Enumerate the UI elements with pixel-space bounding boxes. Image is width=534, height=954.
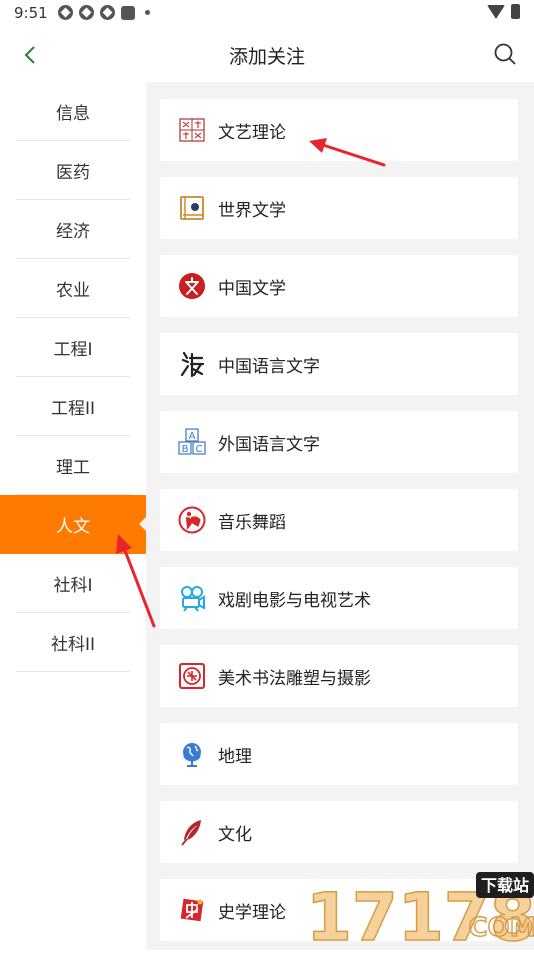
battery-icon — [511, 4, 520, 19]
subject-list: 文艺理论 世界文学 中国文学 中国语言文字 ABC 外国语言文字 音乐舞蹈 戏剧… — [146, 82, 534, 950]
sidebar-item-engineering-1[interactable]: 工程I — [0, 318, 146, 377]
subject-card-geography[interactable]: 地理 — [160, 723, 518, 785]
subject-card-theatre-film-tv[interactable]: 戏剧电影与电视艺术 — [160, 567, 518, 629]
watermark-site-text: 下载站 — [481, 876, 529, 895]
search-icon[interactable] — [492, 41, 518, 67]
chinese-language-glyph-icon — [178, 350, 206, 378]
subject-card-label: 史学理论 — [218, 902, 286, 923]
category-sidebar: 信息 医药 经济 农业 工程I 工程II 理工 人文 社科I 社科II — [0, 82, 146, 950]
svg-text:C: C — [196, 444, 203, 455]
notification-app-icon — [58, 5, 73, 20]
subject-card-label: 戏剧电影与电视艺术 — [218, 590, 371, 611]
sidebar-item-label: 工程II — [50, 399, 96, 419]
fine-arts-icon — [178, 662, 206, 690]
sidebar-item-label: 工程I — [53, 340, 93, 360]
more-notifications-dot-icon — [145, 10, 150, 15]
watermark-domain: COM — [468, 913, 534, 943]
page-title: 添加关注 — [228, 46, 305, 68]
literary-theory-seal-icon — [178, 116, 206, 144]
watermark-logo-icon: 17178 下载站 COM — [305, 872, 534, 954]
sidebar-item-social-science-1[interactable]: 社科I — [0, 554, 146, 613]
sidebar-item-label: 社科II — [50, 635, 96, 655]
divider — [16, 671, 130, 672]
sidebar-item-humanities[interactable]: 人文 — [0, 495, 146, 554]
subject-card-fine-arts[interactable]: 美术书法雕塑与摄影 — [160, 645, 518, 707]
world-literature-book-icon — [178, 194, 206, 222]
notification-app-icon — [79, 5, 94, 20]
sidebar-item-label: 信息 — [56, 104, 90, 124]
wifi-icon — [487, 4, 505, 19]
sidebar-item-social-science-2[interactable]: 社科II — [0, 613, 146, 672]
subject-card-label: 地理 — [218, 746, 252, 767]
status-time: 9:51 — [14, 4, 48, 22]
sidebar-item-label: 人文 — [56, 517, 90, 537]
sidebar-item-label: 农业 — [56, 281, 90, 301]
status-notification-icons — [58, 5, 150, 20]
notification-square-icon — [121, 5, 135, 20]
site-watermark: 17178 下载站 COM — [302, 868, 534, 954]
sidebar-item-label: 理工 — [56, 458, 90, 478]
subject-card-music-dance[interactable]: 音乐舞蹈 — [160, 489, 518, 551]
subject-card-chinese-language[interactable]: 中国语言文字 — [160, 333, 518, 395]
subject-card-label: 世界文学 — [218, 200, 286, 221]
sidebar-item-agriculture[interactable]: 农业 — [0, 259, 146, 318]
film-camera-icon — [178, 584, 206, 612]
sidebar-item-science-engineering[interactable]: 理工 — [0, 436, 146, 495]
sidebar-item-engineering-2[interactable]: 工程II — [0, 377, 146, 436]
status-system-icons — [487, 4, 520, 19]
feather-icon — [178, 818, 206, 846]
subject-card-chinese-literature[interactable]: 中国文学 — [160, 255, 518, 317]
subject-card-world-literature[interactable]: 世界文学 — [160, 177, 518, 239]
history-theory-icon — [178, 896, 206, 924]
globe-icon — [178, 740, 206, 768]
sidebar-item-label: 医药 — [56, 163, 90, 183]
subject-card-label: 外国语言文字 — [218, 434, 320, 455]
subject-card-literary-theory[interactable]: 文艺理论 — [160, 99, 518, 161]
subject-card-label: 中国语言文字 — [218, 356, 320, 377]
subject-card-foreign-language[interactable]: ABC 外国语言文字 — [160, 411, 518, 473]
subject-card-label: 文艺理论 — [218, 122, 286, 143]
dance-icon — [178, 506, 206, 534]
top-app-bar: 添加关注 — [0, 28, 534, 82]
subject-card-label: 中国文学 — [218, 278, 286, 299]
sidebar-item-label: 经济 — [56, 222, 90, 242]
svg-text:B: B — [182, 444, 189, 455]
alphabet-blocks-icon: ABC — [178, 428, 206, 456]
subject-card-label: 文化 — [218, 824, 252, 845]
sidebar-item-info[interactable]: 信息 — [0, 82, 146, 141]
sidebar-item-medicine[interactable]: 医药 — [0, 141, 146, 200]
notification-app-icon — [100, 5, 115, 20]
status-bar: 9:51 — [0, 0, 534, 28]
subject-card-culture[interactable]: 文化 — [160, 801, 518, 863]
sidebar-item-economics[interactable]: 经济 — [0, 200, 146, 259]
chinese-literature-icon — [178, 272, 206, 300]
sidebar-item-label: 社科I — [53, 576, 93, 596]
subject-card-label: 美术书法雕塑与摄影 — [218, 668, 371, 689]
subject-card-label: 音乐舞蹈 — [218, 512, 286, 533]
svg-text:A: A — [189, 431, 196, 442]
